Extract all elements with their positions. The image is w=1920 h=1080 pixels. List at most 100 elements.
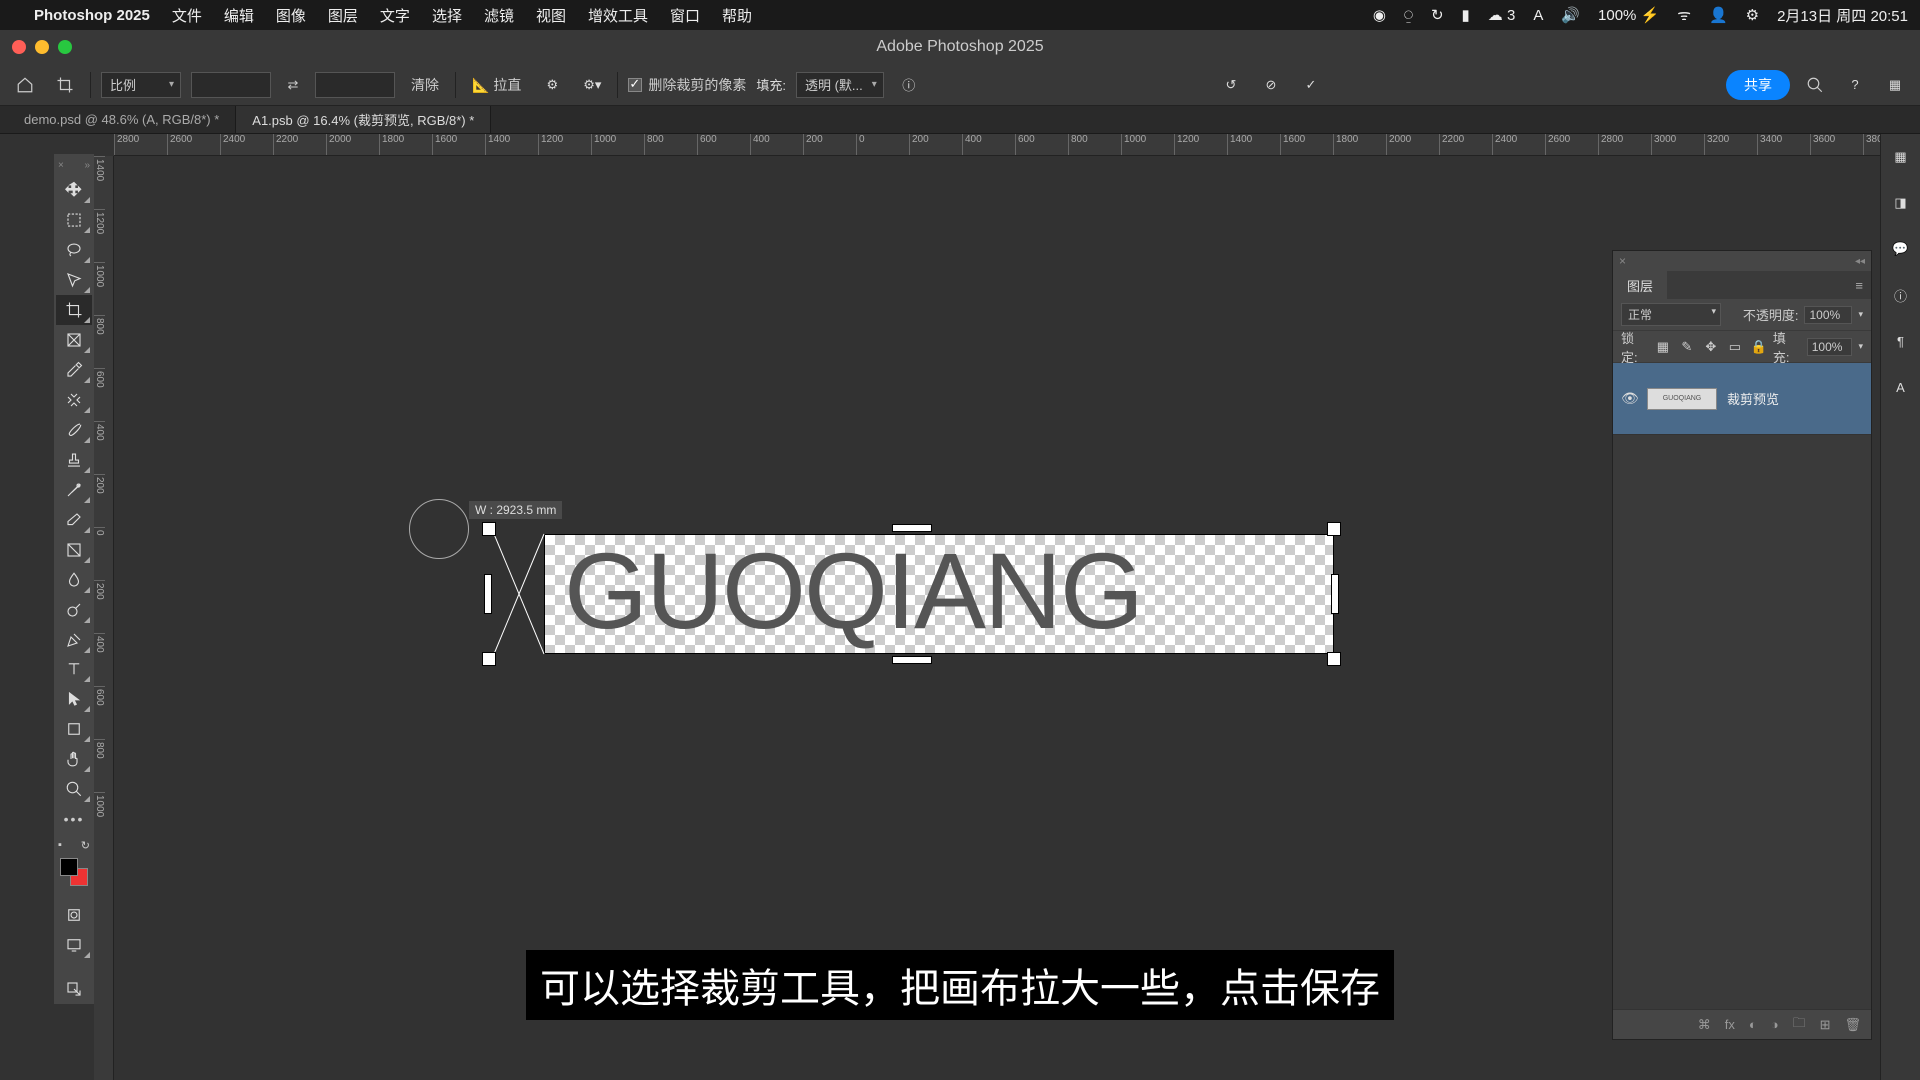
gradient-tool[interactable] — [56, 535, 92, 565]
menu-window[interactable]: 窗口 — [670, 5, 700, 26]
layer-fx-icon[interactable]: fx — [1725, 1017, 1735, 1032]
layer-visibility-icon[interactable]: 👁 — [1621, 390, 1637, 407]
menu-image[interactable]: 图像 — [276, 5, 306, 26]
crop-tool[interactable] — [56, 295, 92, 325]
panel-menu-icon[interactable]: ≡ — [1847, 278, 1871, 293]
layer-thumbnail[interactable]: GUOQIANG — [1647, 388, 1717, 410]
swap-dimensions-button[interactable]: ⇄ — [281, 73, 305, 97]
lock-artboard-icon[interactable]: ▭ — [1727, 339, 1743, 355]
screen-mode-button[interactable] — [56, 930, 92, 960]
ratio-select[interactable]: 比例 — [101, 72, 181, 98]
color-panel-icon[interactable]: ▦ — [1890, 146, 1912, 168]
opacity-input[interactable]: 100% — [1804, 306, 1852, 324]
status-wifi-icon[interactable]: ᯤ — [1677, 5, 1691, 25]
hand-tool[interactable] — [56, 744, 92, 774]
crop-handle-rm[interactable] — [1331, 574, 1339, 614]
status-location-icon[interactable]: ⍜ — [1404, 7, 1413, 24]
zoom-tool[interactable] — [56, 774, 92, 804]
swap-colors-icon[interactable]: ▪↻ — [54, 838, 94, 852]
lock-all-icon[interactable]: 🔒 — [1751, 339, 1767, 355]
overlay-options-button[interactable]: ⚙ — [537, 70, 567, 100]
healing-tool[interactable] — [56, 385, 92, 415]
quick-mask-button[interactable] — [56, 900, 92, 930]
swatches-panel-icon[interactable]: ◨ — [1890, 192, 1912, 214]
layer-name[interactable]: 裁剪预览 — [1727, 389, 1779, 408]
status-datetime[interactable]: 2月13日 周四 20:51 — [1777, 5, 1908, 26]
brush-tool[interactable] — [56, 415, 92, 445]
status-user-icon[interactable]: 👤 — [1709, 6, 1728, 24]
status-sync-icon[interactable]: ↻ — [1431, 6, 1444, 24]
dodge-tool[interactable] — [56, 595, 92, 625]
paragraph-panel-icon[interactable]: ¶ — [1890, 330, 1912, 352]
clear-button[interactable]: 清除 — [405, 75, 445, 95]
commit-crop-button[interactable]: ✓ — [1296, 70, 1326, 100]
menu-view[interactable]: 视图 — [536, 5, 566, 26]
menu-help[interactable]: 帮助 — [722, 5, 752, 26]
link-layers-icon[interactable]: ⌘ — [1698, 1017, 1711, 1033]
opacity-dropdown-icon[interactable]: ▾ — [1858, 309, 1863, 320]
crop-handle-bl[interactable] — [482, 652, 496, 666]
status-volume-icon[interactable]: 🔊 — [1561, 6, 1580, 24]
menu-plugins[interactable]: 增效工具 — [588, 5, 648, 26]
horizontal-ruler[interactable]: 2800260024002200200018001600140012001000… — [114, 134, 1880, 156]
path-select-tool[interactable] — [56, 684, 92, 714]
layers-tab[interactable]: 图层 — [1613, 271, 1667, 299]
fill-select[interactable]: 透明 (默... — [796, 72, 884, 98]
export-button[interactable] — [56, 974, 92, 1004]
layer-mask-icon[interactable]: ◐ — [1749, 1017, 1757, 1032]
status-bookmark-icon[interactable]: ▮ — [1462, 6, 1470, 24]
crop-handle-lm[interactable] — [484, 574, 492, 614]
crop-handle-tl[interactable] — [482, 522, 496, 536]
character-panel-icon[interactable]: A — [1890, 376, 1912, 398]
crop-handle-bm[interactable] — [892, 656, 932, 664]
panel-collapse-icon[interactable]: ◂◂ — [1855, 256, 1865, 267]
panel-close-icon[interactable]: × — [1619, 254, 1626, 268]
layer-group-icon[interactable]: 🗀 — [1793, 1014, 1806, 1036]
eyedropper-tool[interactable] — [56, 355, 92, 385]
menu-edit[interactable]: 编辑 — [224, 5, 254, 26]
delete-cropped-checkbox[interactable]: 删除裁剪的像素 — [628, 75, 746, 95]
lock-pixels-icon[interactable]: ✎ — [1679, 339, 1695, 355]
history-brush-tool[interactable] — [56, 475, 92, 505]
crop-width-input[interactable] — [191, 72, 271, 98]
blend-mode-select[interactable]: 正常 — [1621, 303, 1721, 326]
search-button[interactable] — [1800, 70, 1830, 100]
properties-panel-icon[interactable]: ⓘ — [1890, 284, 1912, 306]
status-input-icon[interactable]: A — [1533, 7, 1543, 24]
move-tool[interactable] — [56, 175, 92, 205]
color-swatches[interactable] — [60, 858, 88, 886]
reset-crop-button[interactable]: ↺ — [1216, 70, 1246, 100]
share-button[interactable]: 共享 — [1726, 70, 1790, 100]
lasso-tool[interactable] — [56, 235, 92, 265]
lock-transparency-icon[interactable]: ▦ — [1655, 339, 1671, 355]
lock-position-icon[interactable]: ✥ — [1703, 339, 1719, 355]
info-icon[interactable]: ⓘ — [894, 70, 924, 100]
crop-handle-br[interactable] — [1327, 652, 1341, 666]
status-battery[interactable]: 100% ⚡ — [1598, 6, 1659, 24]
status-control-icon[interactable]: ⚙ — [1746, 6, 1759, 24]
layer-item[interactable]: 👁 GUOQIANG 裁剪预览 — [1613, 363, 1871, 435]
menu-file[interactable]: 文件 — [172, 5, 202, 26]
help-button[interactable]: ? — [1840, 70, 1870, 100]
blur-tool[interactable] — [56, 565, 92, 595]
status-wechat-icon[interactable]: ☁ 3 — [1488, 6, 1516, 24]
eraser-tool[interactable] — [56, 505, 92, 535]
menu-filter[interactable]: 滤镜 — [484, 5, 514, 26]
crop-handle-tm[interactable] — [892, 524, 932, 532]
window-minimize-button[interactable] — [35, 40, 49, 54]
app-menu[interactable]: Photoshop 2025 — [34, 7, 150, 24]
toolbox-expand-icon[interactable]: » — [84, 160, 90, 171]
menu-select[interactable]: 选择 — [432, 5, 462, 26]
crop-boundary[interactable]: W : 2923.5 mm — [489, 529, 1334, 659]
menu-type[interactable]: 文字 — [380, 5, 410, 26]
marquee-tool[interactable] — [56, 205, 92, 235]
cancel-crop-button[interactable]: ⊘ — [1256, 70, 1286, 100]
doc-tab-0[interactable]: demo.psd @ 48.6% (A, RGB/8*) * — [8, 106, 236, 133]
crop-options-button[interactable]: ⚙▾ — [577, 70, 607, 100]
frame-tool[interactable] — [56, 325, 92, 355]
quick-select-tool[interactable] — [56, 265, 92, 295]
doc-tab-1[interactable]: A1.psb @ 16.4% (裁剪预览, RGB/8*) * — [236, 106, 491, 133]
stamp-tool[interactable] — [56, 445, 92, 475]
delete-layer-icon[interactable]: 🗑 — [1844, 1017, 1861, 1033]
layer-list[interactable]: 👁 GUOQIANG 裁剪预览 — [1613, 363, 1871, 1009]
